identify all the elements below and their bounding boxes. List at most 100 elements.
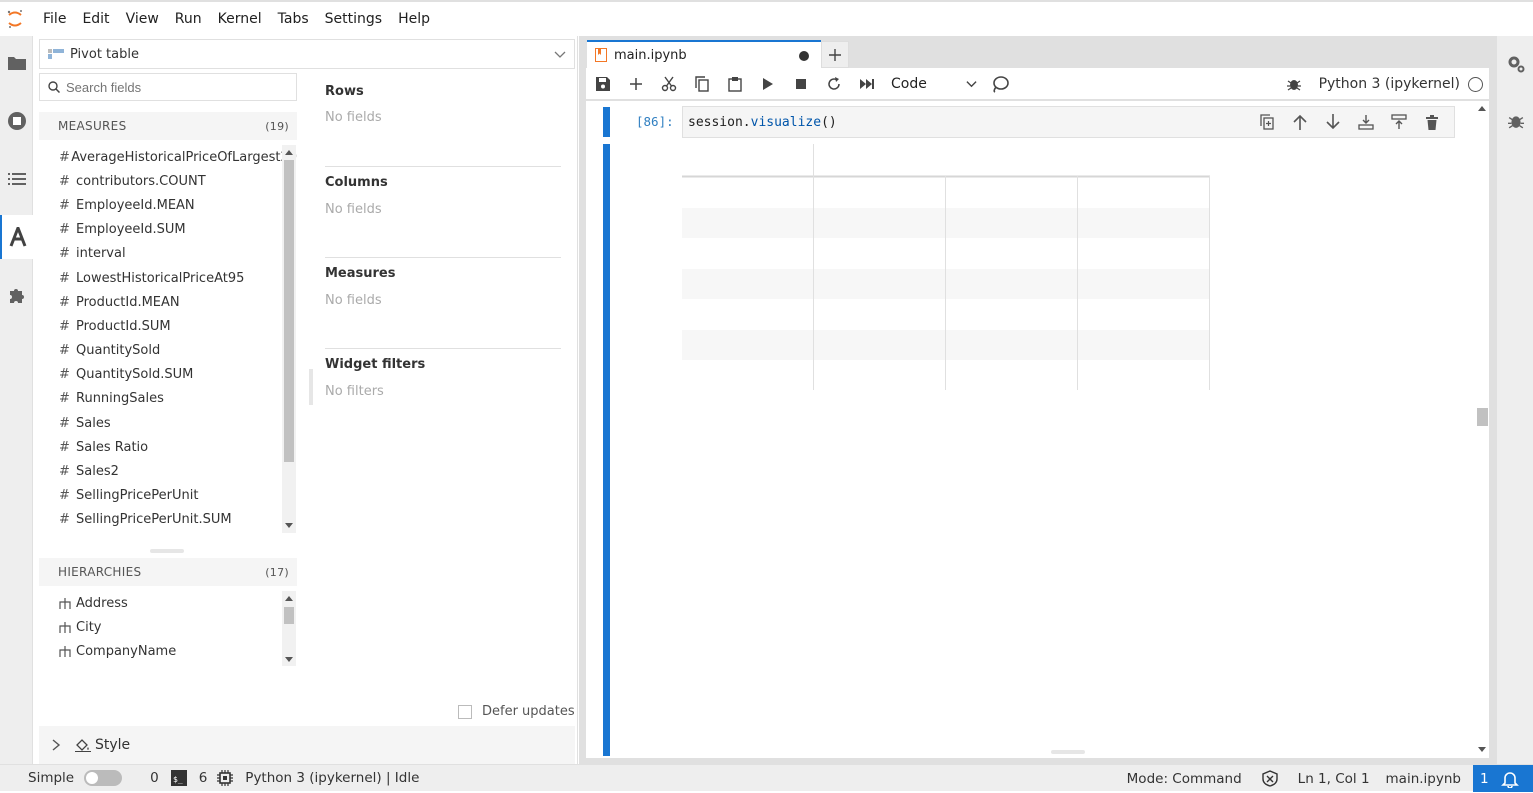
interrupt-button[interactable] — [784, 69, 817, 99]
kernel-name[interactable]: Python 3 (ipykernel) — [1319, 76, 1460, 92]
simple-mode-toggle[interactable] — [84, 770, 123, 786]
measure-item[interactable]: # Sales2 — [39, 459, 297, 483]
shield-icon[interactable] — [1261, 770, 1278, 787]
hierarchy-item[interactable]: Address — [39, 591, 297, 615]
menu-kernel[interactable]: Kernel — [210, 2, 270, 36]
measure-item[interactable]: # ProductId.MEAN — [39, 290, 297, 314]
cell-collapser[interactable] — [603, 107, 610, 137]
save-button[interactable] — [586, 69, 619, 99]
debugger-button[interactable] — [1497, 101, 1533, 141]
kernel-count[interactable]: 6 — [199, 770, 208, 786]
measures-scrollbar[interactable] — [282, 145, 296, 533]
copy-button[interactable] — [685, 69, 718, 99]
duplicate-cell-button[interactable] — [1250, 114, 1283, 130]
measures-section-header[interactable]: MEASURES (19) — [39, 112, 297, 140]
notebook-scroll-thumb[interactable] — [1477, 408, 1488, 426]
scroll-down-arrow-icon[interactable] — [285, 521, 293, 529]
search-fields-input[interactable] — [66, 79, 286, 95]
clipboard-icon — [727, 76, 742, 92]
measures-zone-empty[interactable]: No fields — [325, 293, 382, 308]
defer-updates[interactable]: Defer updates — [458, 704, 575, 719]
menu-edit[interactable]: Edit — [74, 2, 117, 36]
widget-type-select[interactable]: Pivot table — [39, 39, 575, 69]
pivot-output-widget[interactable] — [682, 144, 1210, 390]
code-parens: () — [821, 114, 837, 130]
kernel-status[interactable]: Python 3 (ipykernel) | Idle — [245, 770, 419, 786]
move-down-button[interactable] — [1316, 114, 1349, 130]
running-sessions-button[interactable] — [0, 99, 33, 143]
menu-settings[interactable]: Settings — [317, 2, 390, 36]
insert-above-button[interactable] — [1382, 114, 1415, 130]
menu-file[interactable]: File — [35, 2, 74, 36]
move-up-button[interactable] — [1283, 114, 1316, 130]
scroll-up-arrow-icon[interactable] — [285, 595, 293, 603]
measure-item[interactable]: # EmployeeId.MEAN — [39, 193, 297, 217]
notifications-button[interactable]: 1 — [1473, 765, 1533, 792]
new-tab-button[interactable] — [821, 41, 849, 68]
unsaved-dot-icon[interactable] — [799, 51, 809, 61]
filters-zone-empty[interactable]: No filters — [325, 384, 384, 399]
delete-cell-button[interactable] — [1415, 114, 1448, 130]
hierarchies-scrollbar[interactable] — [282, 591, 296, 666]
measure-item[interactable]: # Sales Ratio — [39, 435, 297, 459]
atoti-session-button[interactable] — [983, 69, 1016, 99]
measure-item[interactable]: # contributors.COUNT — [39, 169, 297, 193]
columns-zone-empty[interactable]: No fields — [325, 202, 382, 217]
insert-below-button[interactable] — [1349, 114, 1382, 130]
measure-item[interactable]: # RunningSales — [39, 387, 297, 411]
bug-icon[interactable] — [1286, 77, 1301, 91]
menu-tabs[interactable]: Tabs — [270, 2, 317, 36]
measure-item[interactable]: # AverageHistoricalPriceOfLargest20 — [39, 145, 297, 169]
kernel-chip-icon[interactable] — [217, 770, 234, 786]
menu-view[interactable]: View — [118, 2, 167, 36]
measure-item[interactable]: # SellingPricePerUnit.SUM — [39, 508, 297, 532]
scroll-down-arrow-icon[interactable] — [285, 655, 293, 663]
scroll-up-arrow-icon[interactable] — [1478, 105, 1486, 113]
paste-button[interactable] — [718, 69, 751, 99]
output-resize-handle[interactable] — [1051, 750, 1085, 754]
scroll-up-arrow-icon[interactable] — [285, 149, 293, 157]
menu-run[interactable]: Run — [167, 2, 210, 36]
defer-updates-checkbox[interactable] — [458, 704, 472, 719]
atoti-lasso-icon — [992, 75, 1009, 93]
measure-item[interactable]: # ProductId.SUM — [39, 314, 297, 338]
measure-item[interactable]: # LowestHistoricalPriceAt95 — [39, 266, 297, 290]
terminal-icon[interactable]: $_ — [170, 770, 187, 786]
measure-item[interactable]: # Sales — [39, 411, 297, 435]
insert-cell-button[interactable] — [619, 69, 652, 99]
terminal-count[interactable]: 0 — [150, 770, 159, 786]
hierarchy-item[interactable]: CompanyName — [39, 639, 297, 663]
measure-item[interactable]: # EmployeeId.SUM — [39, 218, 297, 242]
measure-hash-icon: # — [59, 246, 70, 262]
scroll-down-arrow-icon[interactable] — [1478, 745, 1486, 753]
restart-run-all-button[interactable] — [850, 69, 883, 99]
output-collapser[interactable] — [603, 144, 610, 756]
measures-scroll-thumb[interactable] — [284, 160, 294, 462]
panel-splitter-handle[interactable] — [309, 369, 313, 405]
measure-item[interactable]: # QuantitySold.SUM — [39, 363, 297, 387]
cursor-position[interactable]: Ln 1, Col 1 — [1298, 771, 1370, 787]
hierarchy-item[interactable]: City — [39, 615, 297, 639]
measure-item[interactable]: # interval — [39, 242, 297, 266]
tab-main-ipynb[interactable]: main.ipynb — [587, 40, 821, 68]
table-of-contents-button[interactable] — [0, 157, 33, 201]
cell-type-select[interactable]: Code — [891, 76, 983, 92]
restart-icon — [827, 76, 840, 90]
measure-item[interactable]: # SellingPricePerUnit — [39, 484, 297, 508]
atoti-button[interactable] — [0, 215, 34, 259]
file-browser-button[interactable] — [0, 41, 33, 85]
style-section[interactable]: Style — [39, 726, 575, 764]
extension-manager-button[interactable] — [0, 273, 33, 317]
notebook-scrollbar[interactable] — [1475, 101, 1489, 758]
menu-help[interactable]: Help — [390, 2, 438, 36]
cut-button[interactable] — [652, 69, 685, 99]
section-resize-handle[interactable] — [150, 549, 184, 553]
hierarchies-section-header[interactable]: HIERARCHIES (17) — [39, 558, 297, 586]
restart-button[interactable] — [817, 69, 850, 99]
code-editor[interactable]: session. visualize() — [682, 106, 1455, 138]
rows-zone-empty[interactable]: No fields — [325, 110, 382, 125]
property-inspector-button[interactable] — [1497, 44, 1533, 84]
hierarchies-scroll-thumb[interactable] — [284, 607, 294, 624]
measure-item[interactable]: # QuantitySold — [39, 339, 297, 363]
run-button[interactable] — [751, 69, 784, 99]
